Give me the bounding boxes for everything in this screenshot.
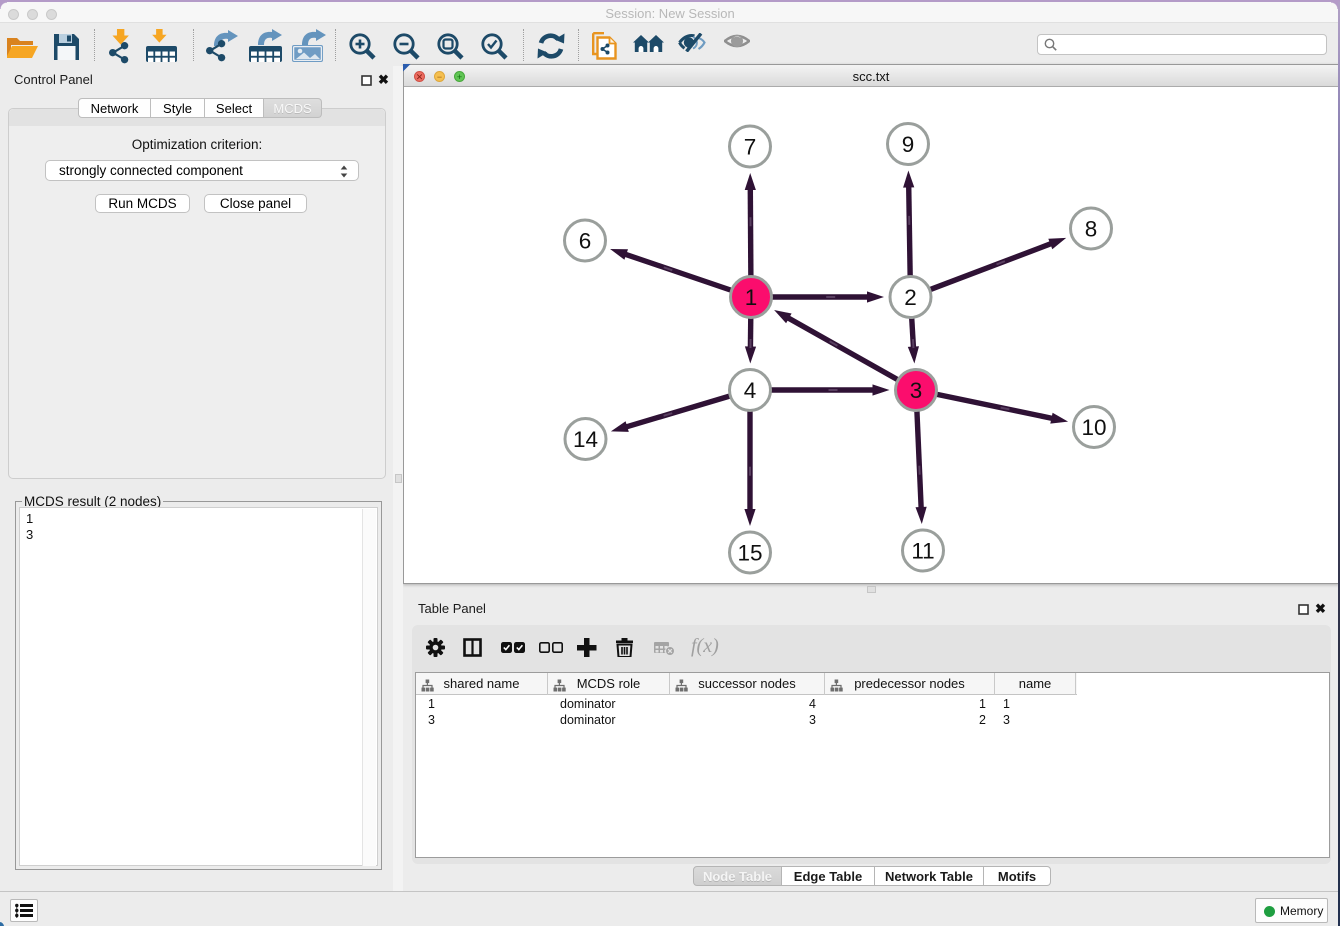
svg-text:9: 9 (902, 132, 915, 157)
svg-text:8: 8 (1085, 217, 1098, 242)
svg-text:14: 14 (573, 427, 598, 452)
svg-text:6: 6 (579, 229, 592, 254)
svg-text:1: 1 (745, 285, 758, 310)
svg-text:15: 15 (737, 541, 762, 566)
svg-text:10: 10 (1081, 415, 1106, 440)
svg-text:7: 7 (744, 135, 757, 160)
svg-text:4: 4 (744, 378, 757, 403)
svg-text:11: 11 (911, 539, 934, 564)
svg-text:2: 2 (904, 285, 917, 310)
svg-text:3: 3 (910, 378, 923, 403)
